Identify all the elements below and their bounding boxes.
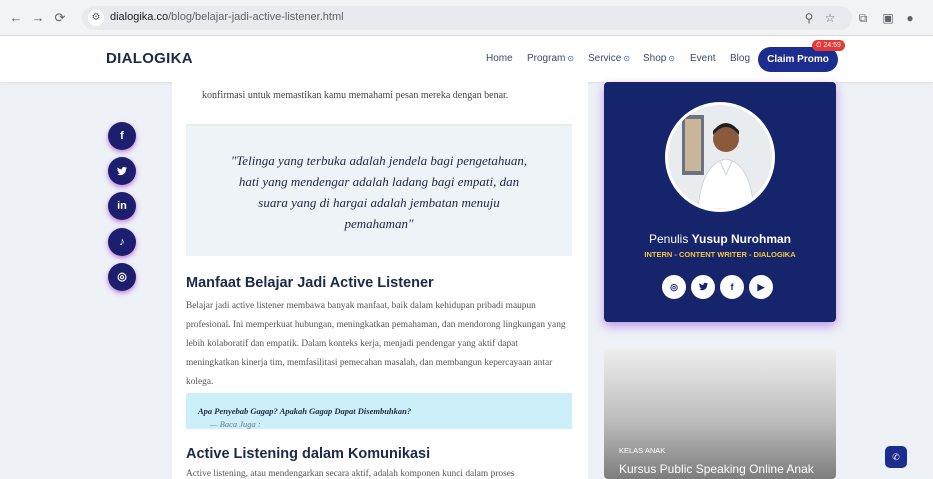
author-youtube-icon[interactable]: ▶	[749, 275, 773, 299]
site-logo[interactable]: DIALOGIKA	[106, 50, 193, 67]
course-title[interactable]: Kursus Public Speaking Online Anak	[619, 462, 814, 476]
twitter-icon[interactable]	[108, 157, 136, 185]
site-header: DIALOGIKA Home Program ⊙ Service ⊙ Shop ⊙ E…	[0, 36, 933, 82]
course-tag: KELAS ANAK	[619, 446, 666, 455]
nav-home[interactable]: Home	[486, 53, 513, 64]
zoom-icon[interactable]: ⚲	[801, 10, 817, 26]
nav-program[interactable]: Program ⊙	[527, 53, 574, 64]
reload-icon[interactable]: ⟳	[52, 10, 68, 26]
article-content: konfirmasi untuk memastikan kamu memaham…	[172, 82, 588, 479]
author-card: Penulis Yusup Nurohman INTERN - CONTENT …	[604, 82, 836, 322]
forward-icon[interactable]: →	[30, 10, 46, 26]
heading-benefits: Manfaat Belajar Jadi Active Listener	[186, 275, 434, 291]
author-name: Penulis Yusup Nurohman	[648, 232, 792, 246]
promo-timer-badge: ⏱ 24:59	[812, 40, 845, 51]
paragraph-communication: Active listening, atau mendengarkan seca…	[186, 469, 515, 479]
sidebar-icon[interactable]: ▣	[880, 10, 896, 26]
profile-icon[interactable]: ●	[902, 10, 918, 26]
address-bar[interactable]: ⚙ dialogika.co/blog/belajar-jadi-active-…	[82, 6, 852, 30]
site-info-icon[interactable]: ⚙	[88, 10, 104, 26]
browser-toolbar: ← → ⟳ ⚙ dialogika.co/blog/belajar-jadi-a…	[0, 0, 933, 36]
author-role: INTERN - CONTENT WRITER - DIALOGIKA	[644, 250, 796, 259]
linkedin-icon[interactable]: in	[108, 192, 136, 220]
whatsapp-chat-icon[interactable]: ✆	[885, 446, 907, 468]
author-facebook-icon[interactable]: f	[720, 275, 744, 299]
quote-text: "Telinga yang terbuka adalah jendela bag…	[230, 153, 528, 231]
back-icon[interactable]: ←	[8, 10, 24, 26]
tiktok-icon[interactable]: ♪	[108, 228, 136, 256]
author-instagram-icon[interactable]: ◎	[662, 275, 686, 299]
chevron-down-icon: ⊙	[623, 54, 631, 63]
chevron-down-icon: ⊙	[567, 54, 575, 63]
intro-paragraph: konfirmasi untuk memastikan kamu memaham…	[202, 90, 509, 101]
course-card[interactable]: KELAS ANAK Kursus Public Speaking Online…	[604, 349, 836, 479]
author-twitter-icon[interactable]	[691, 275, 715, 299]
chevron-down-icon: ⊙	[668, 54, 676, 63]
nav-service[interactable]: Service ⊙	[588, 53, 630, 64]
read-also-prefix: — Baca Juga :	[210, 419, 261, 429]
read-also-box[interactable]: — Baca Juga : Apa Penyebab Gagap? Apakah…	[186, 393, 572, 429]
read-also-link[interactable]: Apa Penyebab Gagap? Apakah Gagap Dapat D…	[198, 406, 411, 416]
extensions-icon[interactable]: ⧉	[855, 10, 871, 26]
nav-event[interactable]: Event	[690, 53, 716, 64]
facebook-icon[interactable]: f	[108, 122, 136, 150]
nav-blog[interactable]: Blog	[730, 53, 750, 64]
url-text[interactable]: dialogika.co/blog/belajar-jadi-active-li…	[110, 11, 344, 23]
bookmark-star-icon[interactable]: ☆	[822, 10, 838, 26]
nav-shop[interactable]: Shop ⊙	[643, 53, 675, 64]
paragraph-benefits: Belajar jadi active listener membawa ban…	[186, 301, 566, 387]
instagram-icon[interactable]: ◎	[108, 263, 136, 291]
quote-block: "Telinga yang terbuka adalah jendela bag…	[186, 124, 572, 256]
author-avatar	[665, 102, 775, 212]
heading-communication: Active Listening dalam Komunikasi	[186, 446, 431, 462]
